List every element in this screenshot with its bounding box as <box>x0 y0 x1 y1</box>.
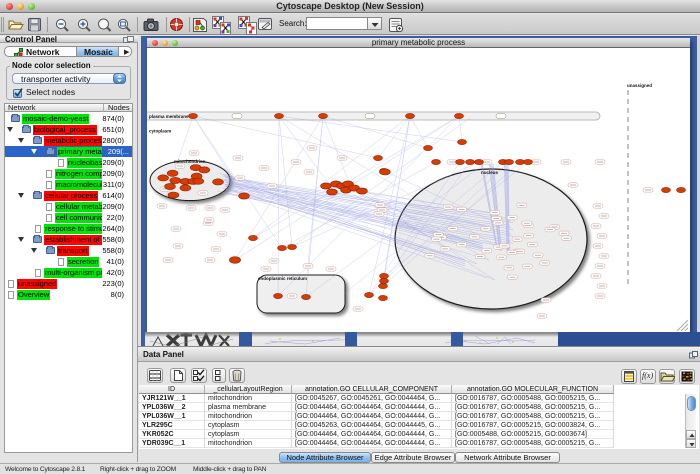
svg-text:nucleus: nucleus <box>481 170 499 175</box>
svg-text:unassigned: unassigned <box>627 83 652 88</box>
svg-text:plasma membrane: plasma membrane <box>149 114 189 119</box>
svg-text:endoplasmic reticulum: endoplasmic reticulum <box>258 276 307 281</box>
svg-text:mitochondrion: mitochondrion <box>174 159 206 164</box>
svg-text:cytoplasm: cytoplasm <box>149 129 171 134</box>
